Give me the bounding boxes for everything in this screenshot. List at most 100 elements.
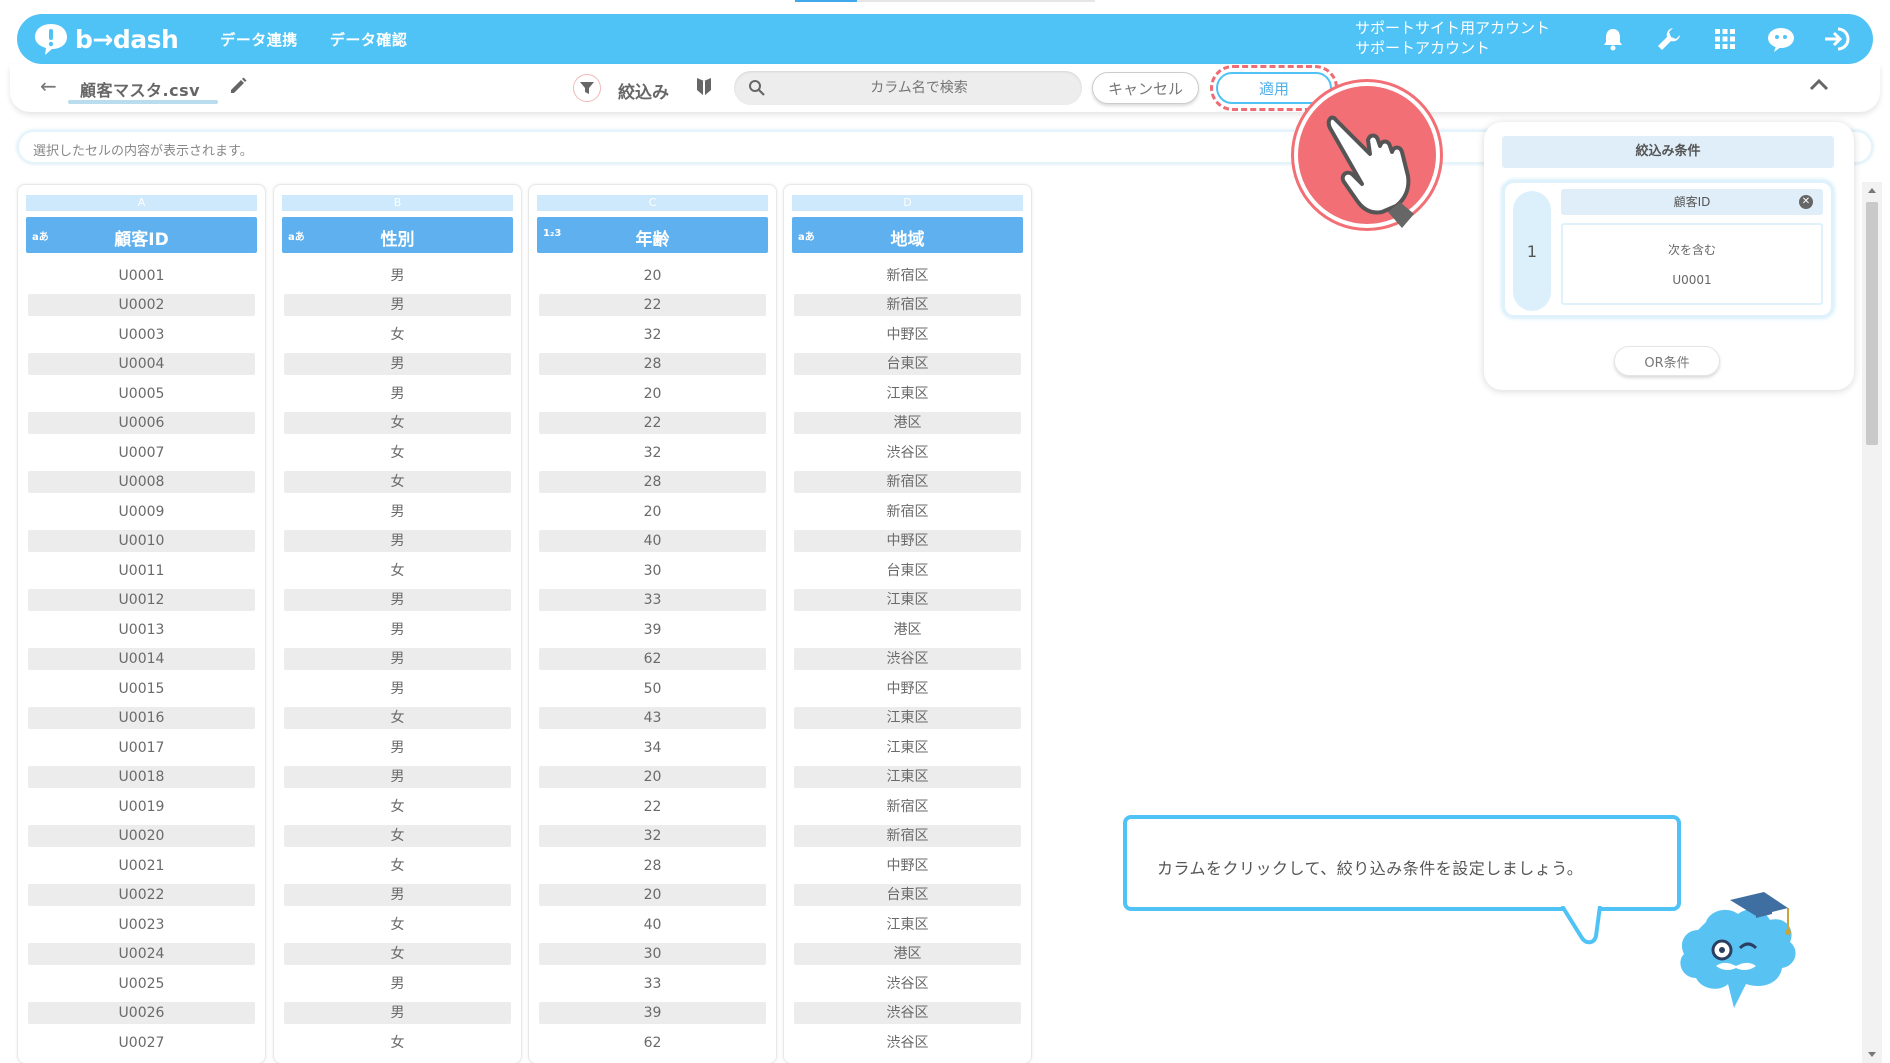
table-cell[interactable]: 中野区 (794, 527, 1021, 557)
table-cell[interactable]: U0021 (28, 851, 255, 881)
account-info[interactable]: サポートサイト用アカウント サポートアカウント (1355, 18, 1550, 58)
table-cell[interactable]: 男 (284, 881, 511, 911)
table-cell[interactable]: 男 (284, 763, 511, 793)
bell-icon[interactable] (1585, 14, 1641, 64)
table-cell[interactable]: 港区 (794, 940, 1021, 970)
table-cell[interactable]: 渋谷区 (794, 438, 1021, 468)
table-cell[interactable]: 女 (284, 468, 511, 498)
table-cell[interactable]: 33 (539, 969, 766, 999)
table-cell[interactable]: 男 (284, 586, 511, 616)
table-cell[interactable]: 40 (539, 527, 766, 557)
tag-icon[interactable] (695, 76, 713, 102)
table-cell[interactable]: U0020 (28, 822, 255, 852)
table-cell[interactable]: 港区 (794, 409, 1021, 439)
table-cell[interactable]: 台東区 (794, 350, 1021, 380)
table-cell[interactable]: 32 (539, 320, 766, 350)
table-cell[interactable]: U0026 (28, 999, 255, 1029)
table-cell[interactable]: 渋谷区 (794, 999, 1021, 1029)
table-cell[interactable]: 江東区 (794, 704, 1021, 734)
table-cell[interactable]: 男 (284, 261, 511, 291)
filter-condition-card[interactable]: 1 顧客ID ✕ 次を含む U0001 (1502, 180, 1834, 318)
chat-icon[interactable] (1753, 14, 1809, 64)
table-cell[interactable]: U0010 (28, 527, 255, 557)
table-cell[interactable]: 男 (284, 999, 511, 1029)
table-cell[interactable]: 男 (284, 350, 511, 380)
table-cell[interactable]: 港区 (794, 615, 1021, 645)
nav-data-check[interactable]: データ確認 (330, 29, 408, 50)
table-cell[interactable]: U0007 (28, 438, 255, 468)
table-cell[interactable]: 22 (539, 792, 766, 822)
table-cell[interactable]: 28 (539, 851, 766, 881)
table-cell[interactable]: 新宿区 (794, 468, 1021, 498)
table-cell[interactable]: 渋谷区 (794, 1028, 1021, 1058)
back-arrow-icon[interactable]: ← (40, 76, 57, 96)
table-cell[interactable]: 女 (284, 792, 511, 822)
table-cell[interactable]: U0001 (28, 261, 255, 291)
grid-icon[interactable] (1697, 14, 1753, 64)
table-cell[interactable]: 女 (284, 409, 511, 439)
vertical-scrollbar[interactable] (1862, 182, 1882, 1063)
table-cell[interactable]: U0011 (28, 556, 255, 586)
table-cell[interactable]: 新宿区 (794, 822, 1021, 852)
table-cell[interactable]: 女 (284, 704, 511, 734)
table-cell[interactable]: 渋谷区 (794, 645, 1021, 675)
column-a[interactable]: A aあ 顧客ID U0001 U0002 U0003 U0004 U0005 U0006… (17, 184, 266, 1063)
search-input[interactable] (774, 71, 1064, 105)
edit-pencil-icon[interactable] (228, 76, 248, 100)
table-cell[interactable]: 男 (284, 497, 511, 527)
table-cell[interactable]: 渋谷区 (794, 969, 1021, 999)
table-cell[interactable]: 男 (284, 645, 511, 675)
nav-data-integration[interactable]: データ連携 (220, 29, 298, 50)
table-cell[interactable]: 34 (539, 733, 766, 763)
table-cell[interactable]: U0002 (28, 291, 255, 321)
table-cell[interactable]: 32 (539, 822, 766, 852)
table-cell[interactable]: 江東区 (794, 733, 1021, 763)
table-cell[interactable]: U0023 (28, 910, 255, 940)
table-cell[interactable]: 中野区 (794, 674, 1021, 704)
table-cell[interactable]: U0008 (28, 468, 255, 498)
table-cell[interactable]: 新宿区 (794, 497, 1021, 527)
table-cell[interactable]: 62 (539, 1028, 766, 1058)
table-cell[interactable]: 男 (284, 527, 511, 557)
table-cell[interactable]: 男 (284, 733, 511, 763)
scroll-down-icon[interactable] (1868, 1052, 1876, 1057)
column-c[interactable]: C 1₂3 年齢 20 22 32 28 20 22 32 28 20 40 30 33 39 62 50 4… (528, 184, 777, 1063)
table-cell[interactable]: U0027 (28, 1028, 255, 1058)
table-cell[interactable]: 江東区 (794, 586, 1021, 616)
table-cell[interactable]: 台東区 (794, 556, 1021, 586)
table-cell[interactable]: 男 (284, 615, 511, 645)
table-cell[interactable]: U0019 (28, 792, 255, 822)
table-cell[interactable]: 中野区 (794, 320, 1021, 350)
table-cell[interactable]: 女 (284, 851, 511, 881)
table-cell[interactable]: 男 (284, 969, 511, 999)
table-cell[interactable]: U0009 (28, 497, 255, 527)
or-condition-button[interactable]: OR条件 (1614, 346, 1720, 376)
table-cell[interactable]: 30 (539, 556, 766, 586)
table-cell[interactable]: 女 (284, 438, 511, 468)
table-cell[interactable]: U0015 (28, 674, 255, 704)
cancel-button[interactable]: キャンセル (1092, 72, 1199, 104)
logout-icon[interactable] (1809, 14, 1865, 64)
table-cell[interactable]: 30 (539, 940, 766, 970)
table-cell[interactable]: 女 (284, 940, 511, 970)
table-cell[interactable]: U0024 (28, 940, 255, 970)
table-cell[interactable]: 28 (539, 350, 766, 380)
table-cell[interactable]: U0014 (28, 645, 255, 675)
column-header-customer-id[interactable]: aあ 顧客ID (26, 217, 257, 253)
table-cell[interactable]: 女 (284, 556, 511, 586)
column-header-gender[interactable]: aあ 性別 (282, 217, 513, 253)
table-cell[interactable]: 20 (539, 881, 766, 911)
column-header-region[interactable]: aあ 地域 (792, 217, 1023, 253)
table-cell[interactable]: 32 (539, 438, 766, 468)
scroll-up-icon[interactable] (1868, 188, 1876, 193)
table-cell[interactable]: 女 (284, 822, 511, 852)
filter-icon[interactable] (573, 74, 601, 102)
table-cell[interactable]: 20 (539, 763, 766, 793)
table-cell[interactable]: 62 (539, 645, 766, 675)
table-cell[interactable]: U0025 (28, 969, 255, 999)
filter-label[interactable]: 絞込み (618, 78, 669, 103)
table-cell[interactable]: 台東区 (794, 881, 1021, 911)
table-cell[interactable]: 男 (284, 379, 511, 409)
column-header-age[interactable]: 1₂3 年齢 (537, 217, 768, 253)
table-cell[interactable]: 新宿区 (794, 261, 1021, 291)
